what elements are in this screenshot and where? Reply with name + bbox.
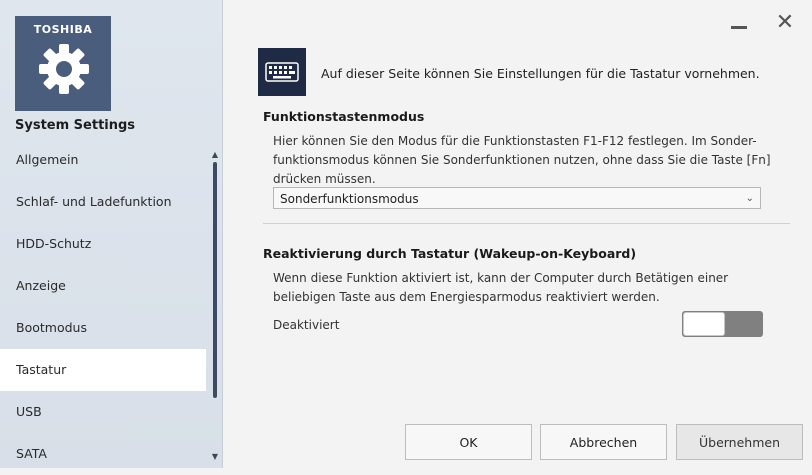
ok-button[interactable]: OK	[405, 424, 532, 460]
wakeup-description: Wenn diese Funktion aktiviert ist, kann …	[273, 269, 773, 307]
wakeup-toggle[interactable]	[682, 311, 763, 337]
desc-line: Wenn diese Funktion aktiviert ist, kann …	[273, 271, 729, 285]
desc-line: Hier können Sie den Modus für die Funkti…	[273, 134, 757, 148]
keyboard-page-icon	[258, 48, 306, 96]
select-value: Sonderfunktionsmodus	[280, 192, 419, 206]
brand-name: TOSHIBA	[33, 23, 93, 36]
gear-icon	[39, 44, 89, 94]
sidebar-item-hdd-schutz[interactable]: HDD-Schutz	[0, 223, 206, 265]
close-button[interactable]: ✕	[773, 9, 797, 35]
desc-line: beliebigen Taste aus dem Energiesparmodu…	[273, 290, 660, 304]
app-title: System Settings	[15, 118, 136, 133]
sidebar-item-bootmodus[interactable]: Bootmodus	[0, 307, 206, 349]
minimize-button[interactable]	[727, 10, 751, 34]
chevron-down-icon: ⌄	[745, 193, 754, 204]
sidebar: TOSHIBA System Settings Allgemein Schlaf…	[0, 0, 223, 468]
main-content: ✕ Auf dieser Seite können Sie Einstellun…	[223, 0, 812, 468]
sidebar-nav: Allgemein Schlaf- und Ladefunktion HDD-S…	[0, 139, 206, 475]
cancel-button[interactable]: Abbrechen	[540, 424, 667, 460]
sidebar-item-allgemein[interactable]: Allgemein	[0, 139, 206, 181]
minimize-icon	[731, 25, 747, 29]
desc-line: funktionsmodus können Sie Sonderfunktion…	[273, 153, 771, 167]
keyboard-icon	[265, 62, 299, 82]
sidebar-item-schlaf-ladefunktion[interactable]: Schlaf- und Ladefunktion	[0, 181, 206, 223]
section-divider	[263, 223, 790, 224]
sidebar-item-anzeige[interactable]: Anzeige	[0, 265, 206, 307]
wakeup-state-label: Deaktiviert	[273, 318, 340, 332]
scrollbar-thumb[interactable]	[213, 162, 217, 398]
scroll-down-icon[interactable]: ▼	[210, 452, 220, 462]
close-icon: ✕	[775, 9, 795, 35]
page-description: Auf dieser Seite können Sie Einstellunge…	[321, 66, 760, 81]
apply-button[interactable]: Übernehmen	[676, 424, 803, 460]
scroll-up-icon[interactable]: ▲	[210, 150, 220, 160]
toggle-knob[interactable]	[683, 312, 725, 336]
app-logo: TOSHIBA	[15, 16, 111, 111]
wakeup-title: Reaktivierung durch Tastatur (Wakeup-on-…	[263, 246, 637, 261]
function-keys-mode-select[interactable]: Sonderfunktionsmodus ⌄	[273, 187, 761, 209]
sidebar-item-usb[interactable]: USB	[0, 391, 206, 433]
sidebar-scrollbar[interactable]: ▲ ▼	[210, 150, 220, 462]
function-keys-title: Funktionstastenmodus	[263, 109, 425, 124]
sidebar-item-sata[interactable]: SATA	[0, 433, 206, 475]
function-keys-description: Hier können Sie den Modus für die Funkti…	[273, 132, 773, 189]
sidebar-item-tastatur[interactable]: Tastatur	[0, 349, 206, 391]
